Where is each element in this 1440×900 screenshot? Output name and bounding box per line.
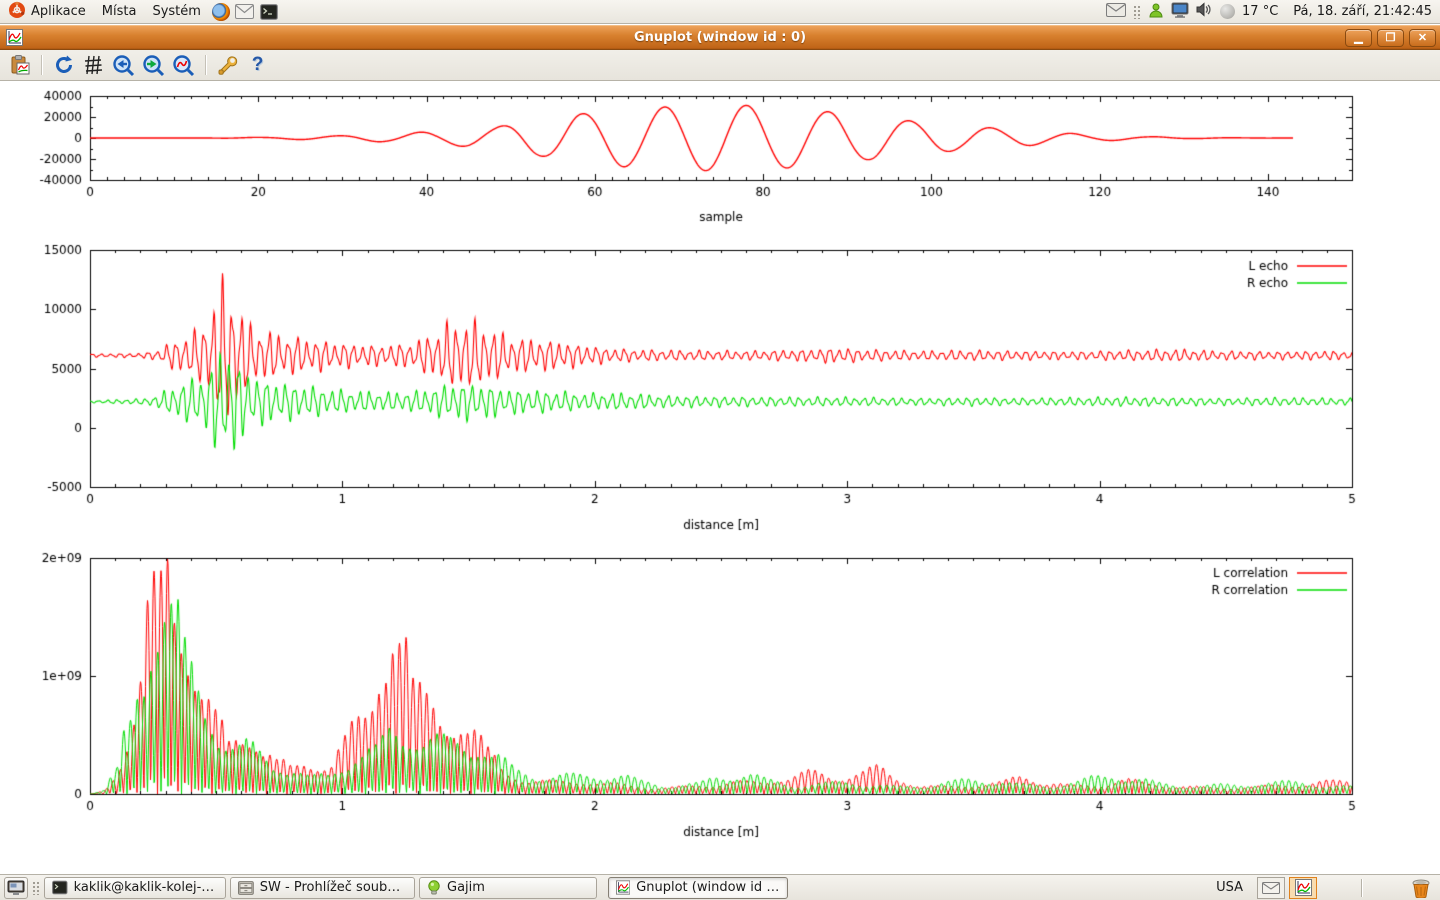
wrench-icon xyxy=(217,54,239,76)
terminal-task-icon xyxy=(52,880,68,895)
user-switcher-icon[interactable] xyxy=(1148,2,1164,22)
panel-grip-handle[interactable] xyxy=(1133,5,1141,19)
keyboard-layout-indicator[interactable]: USA xyxy=(1206,880,1253,895)
terminal-launcher[interactable] xyxy=(257,0,281,23)
menu-applications[interactable]: Aplikace xyxy=(0,0,94,23)
weather-icon[interactable] xyxy=(1220,4,1235,19)
menu-places[interactable]: Místa xyxy=(94,0,145,23)
volume-icon[interactable] xyxy=(1196,2,1213,21)
window-buttons: ▁ ❐ ✕ xyxy=(1345,29,1436,47)
show-desktop-button[interactable] xyxy=(4,877,28,899)
file-manager-icon xyxy=(238,881,254,895)
plot-canvas[interactable] xyxy=(0,81,1440,871)
mail-icon xyxy=(235,4,254,19)
question-mark-icon: ? xyxy=(252,54,264,76)
tray-mail[interactable] xyxy=(1257,877,1285,899)
copy-to-clipboard-button[interactable] xyxy=(6,52,33,78)
configure-button[interactable] xyxy=(214,52,241,78)
task-gnuplot[interactable]: Gnuplot (window id : 0) xyxy=(608,877,788,899)
task-file-manager[interactable]: SW - Prohlížeč souborů xyxy=(230,877,415,899)
close-button[interactable]: ✕ xyxy=(1409,29,1436,47)
help-button[interactable]: ? xyxy=(244,52,271,78)
task-terminal-label: kaklik@kaklik-kolej-u... xyxy=(74,880,218,895)
next-zoom-button[interactable] xyxy=(140,52,167,78)
zoom-previous-icon xyxy=(112,54,135,77)
task-file-manager-label: SW - Prohlížeč souborů xyxy=(260,880,407,895)
task-terminal[interactable]: kaklik@kaklik-kolej-u... xyxy=(44,877,226,899)
gnuplot-window-icon xyxy=(6,29,24,47)
menu-applications-label: Aplikace xyxy=(31,4,86,19)
previous-zoom-button[interactable] xyxy=(110,52,137,78)
gajim-icon xyxy=(427,880,441,896)
taskbar: kaklik@kaklik-kolej-u... SW - Prohlížeč … xyxy=(0,874,1440,900)
display-settings-icon[interactable] xyxy=(1171,2,1189,22)
toolbar: ? xyxy=(0,50,1440,81)
toggle-grid-button[interactable] xyxy=(80,52,107,78)
gnuplot-task-icon xyxy=(616,880,630,895)
task-gajim[interactable]: Gajim xyxy=(419,877,597,899)
plot-area xyxy=(0,81,1440,871)
replot-button[interactable] xyxy=(50,52,77,78)
panel-right: 17 °C Pá, 18. září, 21:42:45 xyxy=(1106,0,1440,23)
taskbar-separator xyxy=(1361,879,1362,897)
tray-gnuplot-icon xyxy=(1295,879,1312,896)
ubuntu-logo-icon xyxy=(8,1,26,23)
menu-places-label: Místa xyxy=(102,4,137,19)
trash-icon xyxy=(1411,878,1431,898)
toolbar-separator xyxy=(41,55,42,75)
mail-notification-icon[interactable] xyxy=(1106,3,1126,21)
menu-system[interactable]: Systém xyxy=(144,0,208,23)
firefox-icon xyxy=(212,3,230,21)
clock-label[interactable]: Pá, 18. září, 21:42:45 xyxy=(1285,4,1432,19)
tray-gnuplot[interactable] xyxy=(1289,877,1317,899)
grid-icon xyxy=(84,55,104,75)
titlebar[interactable]: Gnuplot (window id : 0) ▁ ❐ ✕ xyxy=(0,25,1440,50)
unzoom-icon xyxy=(172,54,195,77)
refresh-icon xyxy=(53,54,75,76)
minimize-button[interactable]: ▁ xyxy=(1345,29,1372,47)
top-panel: Aplikace Místa Systém xyxy=(0,0,1440,24)
menu-system-label: Systém xyxy=(152,4,200,19)
clipboard-icon xyxy=(9,54,31,76)
task-gnuplot-label: Gnuplot (window id : 0) xyxy=(636,880,780,895)
autoscale-button[interactable] xyxy=(170,52,197,78)
firefox-launcher[interactable] xyxy=(209,0,233,23)
tray-mail-icon xyxy=(1262,882,1280,894)
panel-left: Aplikace Místa Systém xyxy=(0,0,281,23)
gnuplot-window: Gnuplot (window id : 0) ▁ ❐ ✕ xyxy=(0,25,1440,872)
task-gajim-label: Gajim xyxy=(447,880,485,895)
toolbar-separator xyxy=(205,55,206,75)
temperature-label: 17 °C xyxy=(1242,4,1278,19)
window-title: Gnuplot (window id : 0) xyxy=(0,30,1440,45)
mail-launcher[interactable] xyxy=(233,0,257,23)
maximize-button[interactable]: ❐ xyxy=(1377,29,1404,47)
show-desktop-icon xyxy=(7,880,25,896)
trash-button[interactable] xyxy=(1406,876,1436,900)
taskbar-grip-handle[interactable] xyxy=(32,881,40,895)
terminal-icon xyxy=(260,4,278,20)
zoom-next-icon xyxy=(142,54,165,77)
